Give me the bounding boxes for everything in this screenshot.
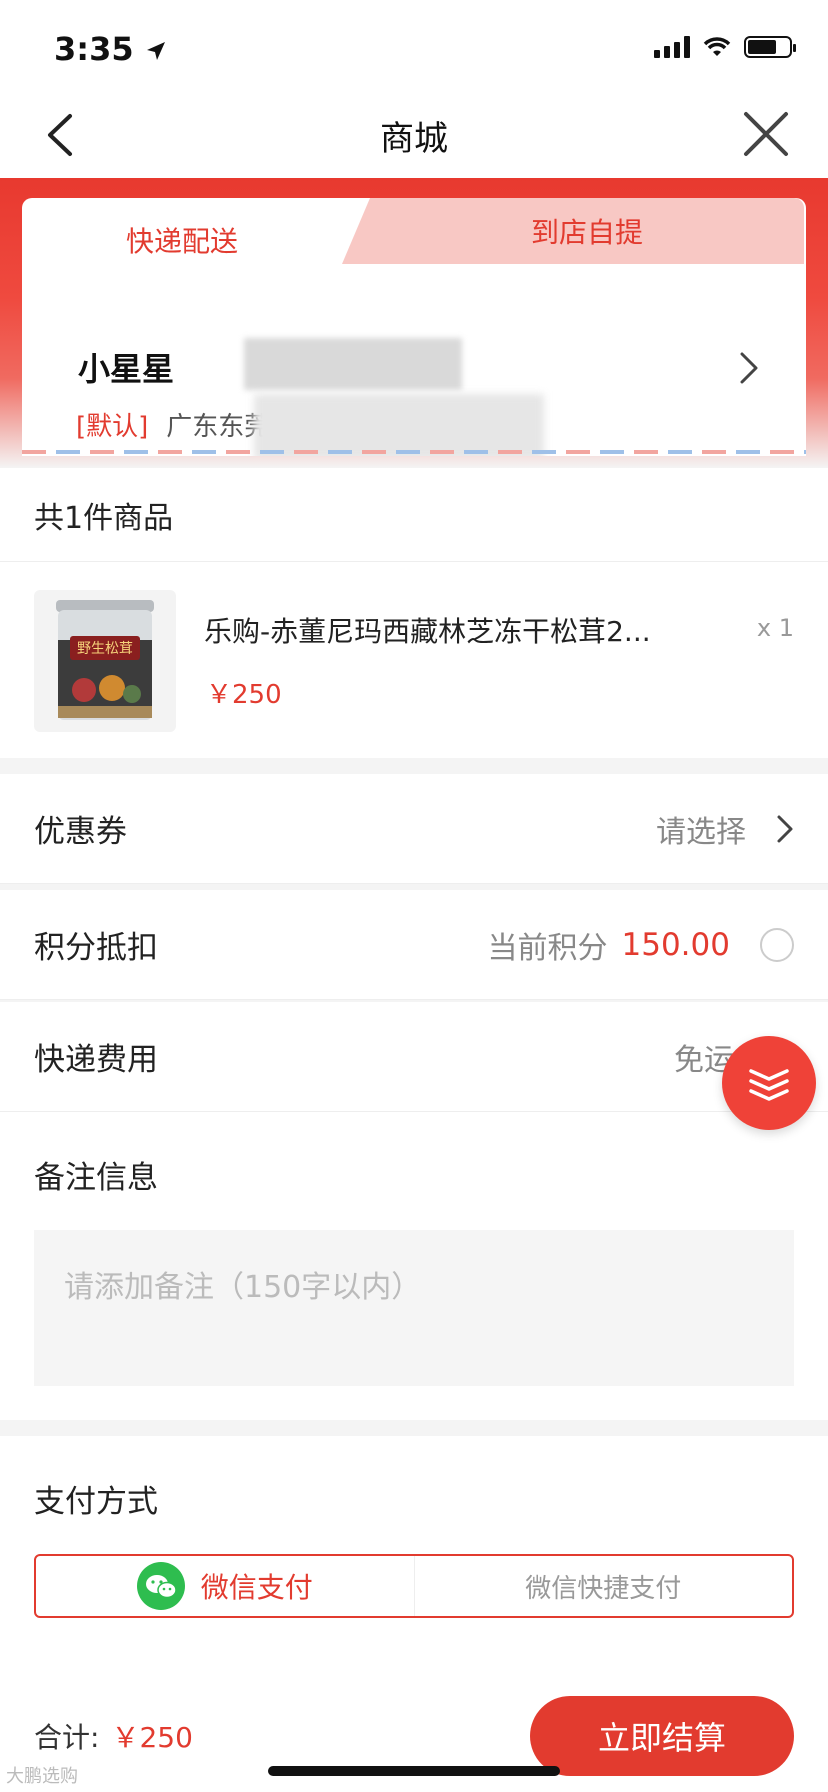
floating-menu-button[interactable] [722,1036,816,1130]
status-icons [654,36,796,58]
back-arrow-icon[interactable] [38,110,88,160]
wechat-icon [136,1562,185,1610]
total-amount: ￥250 [111,1721,193,1754]
wechat-quick-pay-option[interactable]: 微信快捷支付 [413,1556,793,1616]
order-total: 合计: ￥250 [34,1716,193,1756]
points-label: 积分抵扣 [34,930,158,966]
close-icon[interactable] [738,106,794,162]
coupon-row[interactable]: 优惠券 请选择 [0,774,828,884]
delivery-area: 小星星 [默认] 广东东莞 到店自提 快递配送 [0,178,828,468]
battery-icon [744,36,796,58]
coupon-value: 请选择 [656,814,746,850]
goods-item[interactable]: 野生松茸 乐购-赤董尼玛西藏林芝冻干松茸2... x 1 ￥250 [0,562,828,758]
address-line: [默认] 广东东莞 [76,406,270,443]
remark-section: 备注信息 [0,1112,828,1420]
status-bar: 3:35 [0,0,828,92]
stack-layers-icon [749,1069,789,1101]
payment-label: 支付方式 [34,1484,158,1520]
tab-store-pickup[interactable]: 到店自提 [342,198,804,264]
blurred-phone [244,338,462,390]
coupon-label: 优惠券 [34,814,127,850]
product-image-label: 野生松茸 [77,641,133,657]
points-prefix: 当前积分 [487,930,608,966]
points-row: 积分抵扣 当前积分 150.00 [0,890,828,1000]
checkout-button[interactable]: 立即结算 [530,1696,794,1776]
points-toggle-radio[interactable] [760,927,794,962]
product-image: 野生松茸 [34,590,176,732]
wifi-icon [703,37,731,56]
product-price: ￥250 [206,680,282,710]
watermark: 大鹏选购 [6,1766,78,1787]
default-tag: [默认] [76,412,149,442]
nav-bar: 商城 [0,92,828,178]
wechat-pay-option[interactable]: 微信支付 [36,1556,414,1616]
shipping-row: 快递费用 免运 [0,1002,828,1112]
remark-label: 备注信息 [34,1160,158,1196]
page-title: 商城 [380,118,448,159]
chevron-right-icon[interactable] [738,350,760,386]
tab-express-delivery[interactable]: 快递配送 [22,198,392,282]
blurred-address [254,394,544,456]
location-arrow-icon [146,42,165,60]
product-name: 乐购-赤董尼玛西藏林芝冻干松茸2... [204,615,651,648]
signal-icon [654,36,690,58]
product-quantity: x 1 [756,614,794,642]
shipping-label: 快递费用 [34,1042,158,1078]
status-time: 3:35 [54,30,167,68]
goods-count-header: 共1件商品 [0,468,828,562]
payment-options: 微信支付 微信快捷支付 [34,1554,794,1618]
remark-input[interactable] [34,1230,794,1386]
envelope-divider [22,450,806,454]
wechat-pay-label: 微信支付 [200,1571,313,1604]
chevron-right-icon [777,815,793,842]
points-value: 150.00 [621,926,730,963]
recipient-name: 小星星 [78,350,175,388]
total-label: 合计: [34,1721,100,1754]
home-indicator [268,1766,560,1776]
